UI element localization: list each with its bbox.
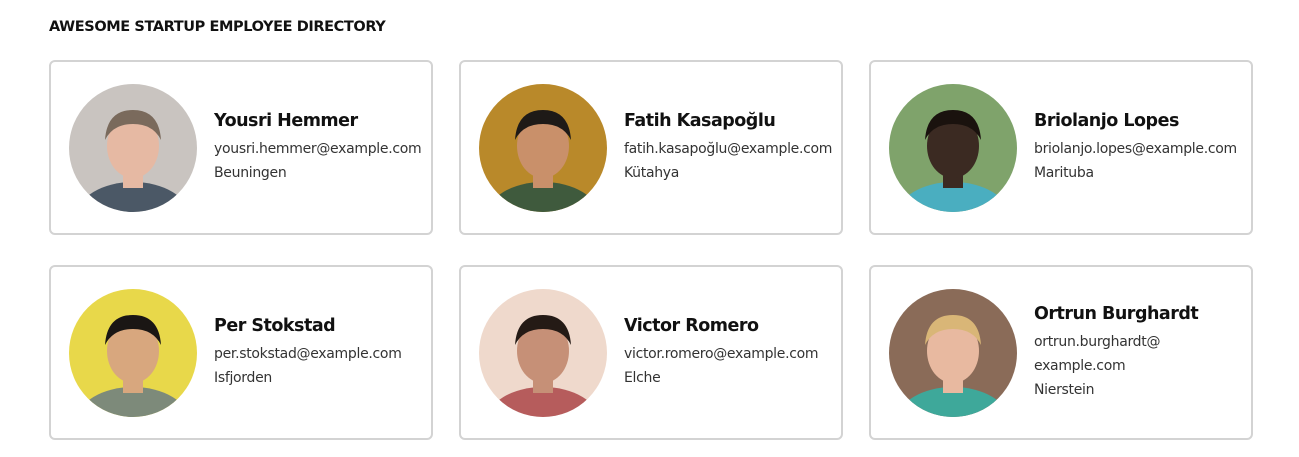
- employee-city: Nierstein: [1034, 381, 1095, 398]
- employee-info: Ortrun Burghardt ortrun.burghardt@ exampl…: [1034, 303, 1199, 402]
- employee-info: Fatih Kasapoğlu fatih.kasapoğlu@example.c…: [624, 111, 832, 185]
- employee-info: Per Stokstad per.stokstad@example.com Isfj…: [214, 316, 402, 390]
- employee-grid: Yousri Hemmer yousri.hemmer@example.com Be…: [49, 60, 1253, 440]
- employee-name: Per Stokstad: [214, 315, 336, 336]
- employee-city: Beuningen: [214, 164, 287, 181]
- employee-info: Yousri Hemmer yousri.hemmer@example.com Be…: [214, 110, 422, 185]
- employee-info: Briolanjo Lopes briolanjo.lopes@example.c…: [1034, 111, 1237, 185]
- employee-city: Marituba: [1034, 164, 1094, 181]
- employee-email: fatih.kasapoğlu@example.com: [624, 140, 833, 157]
- employee-card[interactable]: Per Stokstad per.stokstad@example.com Isfj…: [49, 265, 433, 440]
- employee-email: ortrun.burghardt@ example.com: [1034, 333, 1161, 374]
- employee-avatar: [889, 83, 1017, 212]
- employee-info: Victor Romero victor.romero@example.com El…: [624, 315, 819, 390]
- employee-name: Briolanjo Lopes: [1034, 110, 1179, 131]
- employee-name: Yousri Hemmer: [214, 110, 358, 131]
- employee-card[interactable]: Fatih Kasapoğlu fatih.kasapoğlu@example.c…: [459, 60, 843, 235]
- employee-email: yousri.hemmer@example.com: [214, 140, 422, 157]
- employee-email: victor.romero@example.com: [624, 345, 819, 362]
- employee-avatar: [479, 288, 607, 417]
- employee-card[interactable]: Briolanjo Lopes briolanjo.lopes@example.c…: [869, 60, 1253, 235]
- employee-city: Kütahya: [624, 164, 680, 181]
- employee-name: Victor Romero: [624, 315, 759, 336]
- employee-card[interactable]: Yousri Hemmer yousri.hemmer@example.com Be…: [49, 60, 433, 235]
- employee-avatar: [69, 288, 197, 417]
- employee-card[interactable]: Ortrun Burghardt ortrun.burghardt@ exampl…: [869, 265, 1253, 440]
- employee-email: briolanjo.lopes@example.com: [1034, 140, 1237, 157]
- employee-name: Fatih Kasapoğlu: [624, 110, 776, 131]
- employee-name: Ortrun Burghardt: [1034, 303, 1199, 324]
- employee-avatar: [889, 288, 1017, 417]
- employee-city: Elche: [624, 369, 661, 386]
- employee-card[interactable]: Victor Romero victor.romero@example.com El…: [459, 265, 843, 440]
- employee-avatar: [69, 83, 197, 212]
- page-title: AWESOME STARTUP EMPLOYEE DIRECTORY: [49, 19, 386, 35]
- employee-avatar: [479, 83, 607, 212]
- employee-email: per.stokstad@example.com: [214, 345, 402, 362]
- employee-city: Isfjorden: [214, 369, 272, 386]
